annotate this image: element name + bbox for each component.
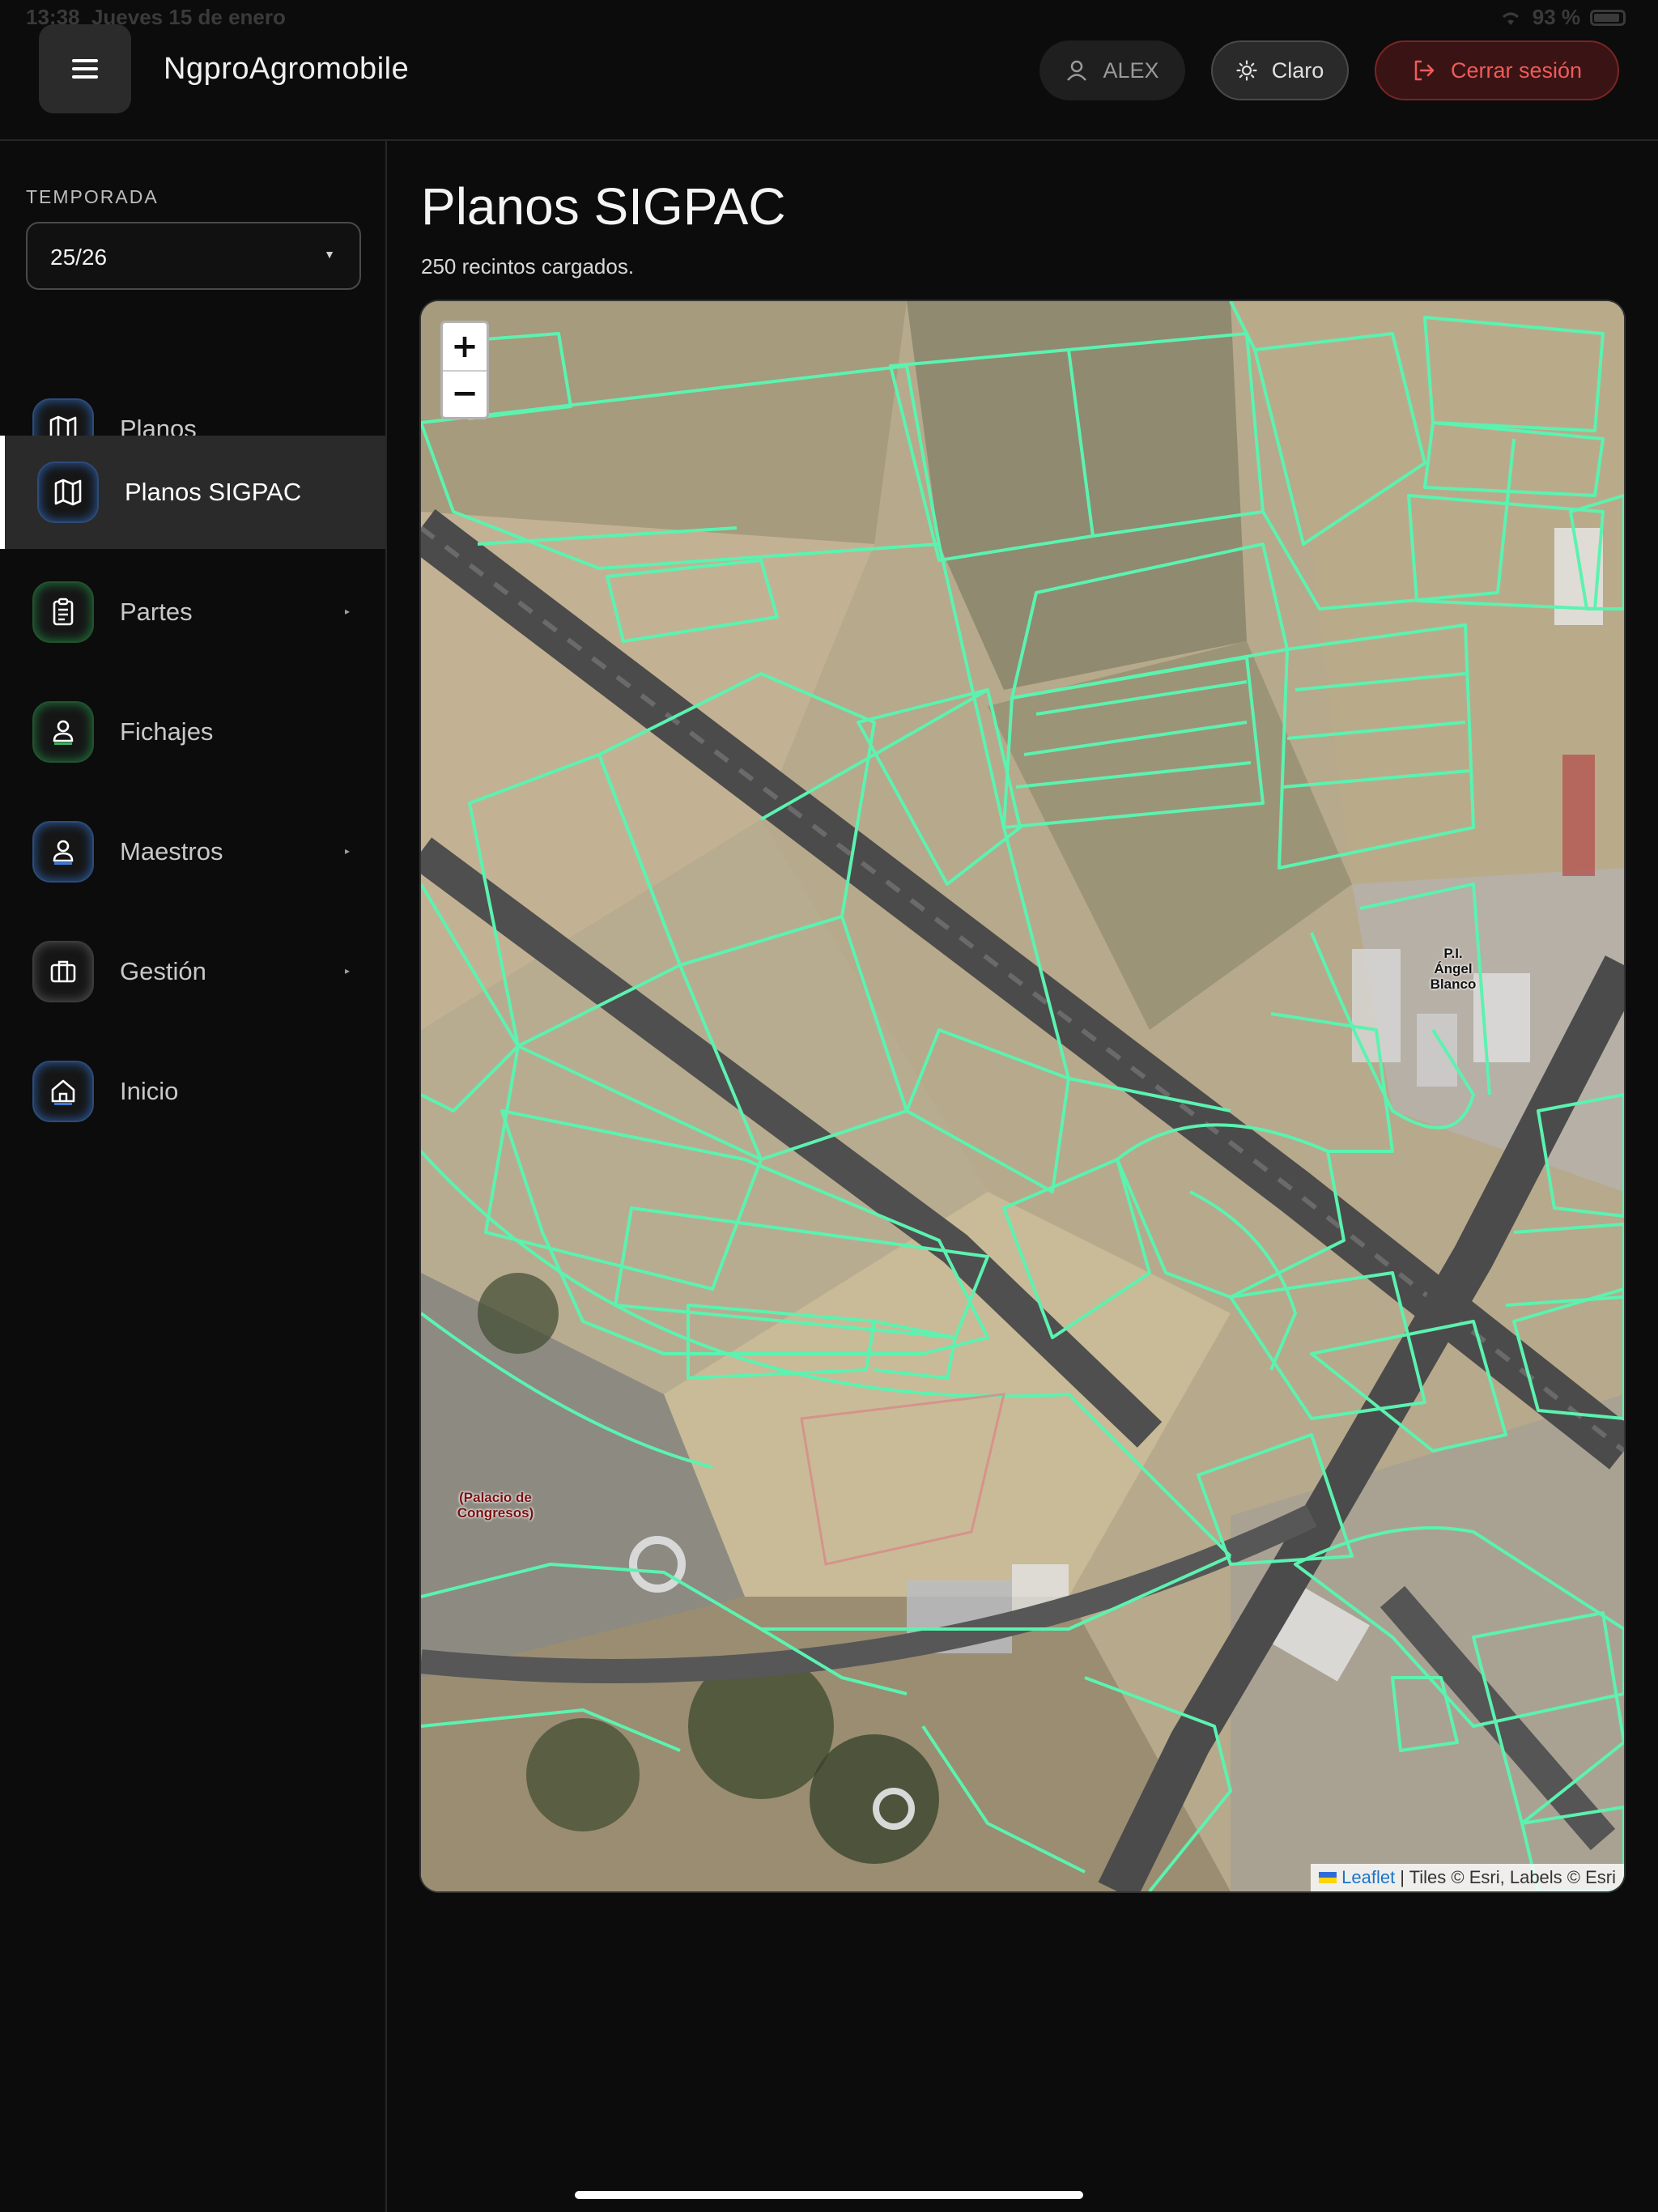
- briefcase-icon: [32, 941, 94, 1002]
- sidebar: TEMPORADA 25/26 ▼ Planos Planos SIGPAC P…: [0, 141, 387, 2212]
- sidebar-item-fichajes[interactable]: Fichajes: [0, 675, 385, 789]
- theme-toggle-button[interactable]: Claro: [1211, 40, 1349, 100]
- logout-icon: [1414, 60, 1435, 81]
- page-title: Planos SIGPAC: [421, 177, 786, 236]
- sidebar-item-label: Inicio: [120, 1077, 179, 1105]
- sidebar-item-planos-sigpac[interactable]: Planos SIGPAC: [0, 436, 385, 549]
- attribution-text: | Tiles © Esri, Labels © Esri: [1400, 1867, 1616, 1887]
- satellite-imagery: [421, 301, 1624, 1891]
- sidebar-item-label: Partes: [120, 598, 193, 626]
- sidebar-item-inicio[interactable]: Inicio: [0, 1035, 385, 1148]
- zoom-in-button[interactable]: +: [443, 323, 487, 372]
- zoom-control: + −: [440, 321, 489, 419]
- sidebar-item-label: Planos SIGPAC: [125, 478, 302, 506]
- sun-icon: [1236, 60, 1257, 81]
- hamburger-icon: [72, 59, 98, 79]
- page-subtitle: 250 recintos cargados.: [421, 254, 635, 279]
- person-icon: [32, 821, 94, 883]
- caret-down-icon: ▼: [324, 248, 335, 261]
- user-chip[interactable]: ALEX: [1039, 40, 1185, 100]
- sidebar-item-label: Fichajes: [120, 717, 214, 746]
- map-label-poligono: P.I. Ángel Blanco: [1430, 946, 1477, 992]
- sidebar-item-label: Gestión: [120, 957, 206, 985]
- map-attribution: Leaflet | Tiles © Esri, Labels © Esri: [1311, 1864, 1624, 1891]
- menu-button[interactable]: [39, 24, 131, 113]
- caret-right-icon: ▸: [344, 606, 350, 617]
- caret-right-icon: ▸: [344, 845, 350, 857]
- ukraine-flag-icon: [1319, 1872, 1337, 1883]
- app-title: NgproAgromobile: [164, 52, 410, 86]
- user-label: ALEX: [1103, 57, 1159, 83]
- theme-label: Claro: [1271, 57, 1324, 83]
- clipboard-icon: [32, 581, 94, 643]
- sidebar-item-partes[interactable]: Partes ▸: [0, 555, 385, 669]
- home-icon: [32, 1061, 94, 1122]
- sidebar-item-maestros[interactable]: Maestros ▸: [0, 795, 385, 908]
- logout-button[interactable]: Cerrar sesión: [1375, 40, 1619, 100]
- zoom-out-button[interactable]: −: [443, 370, 487, 417]
- season-label: TEMPORADA: [26, 186, 159, 207]
- user-icon: [1067, 60, 1087, 81]
- caret-right-icon: ▸: [344, 965, 350, 976]
- person-icon: [32, 701, 94, 763]
- season-select[interactable]: 25/26 ▼: [26, 222, 361, 290]
- sidebar-item-gestion[interactable]: Gestión ▸: [0, 915, 385, 1028]
- leaflet-link[interactable]: Leaflet: [1341, 1867, 1395, 1888]
- sigpac-map[interactable]: + − (Palacio de Congresos) P.I. Ángel Bl…: [421, 301, 1624, 1891]
- logout-label: Cerrar sesión: [1450, 57, 1583, 83]
- season-value: 25/26: [50, 245, 108, 270]
- home-indicator[interactable]: [575, 2191, 1083, 2199]
- app-header: NgproAgromobile ALEX Claro Cerrar sesión: [0, 0, 1658, 141]
- sidebar-item-label: Maestros: [120, 837, 223, 866]
- map-icon: [37, 462, 99, 523]
- map-label-palacio: (Palacio de Congresos): [457, 1490, 534, 1521]
